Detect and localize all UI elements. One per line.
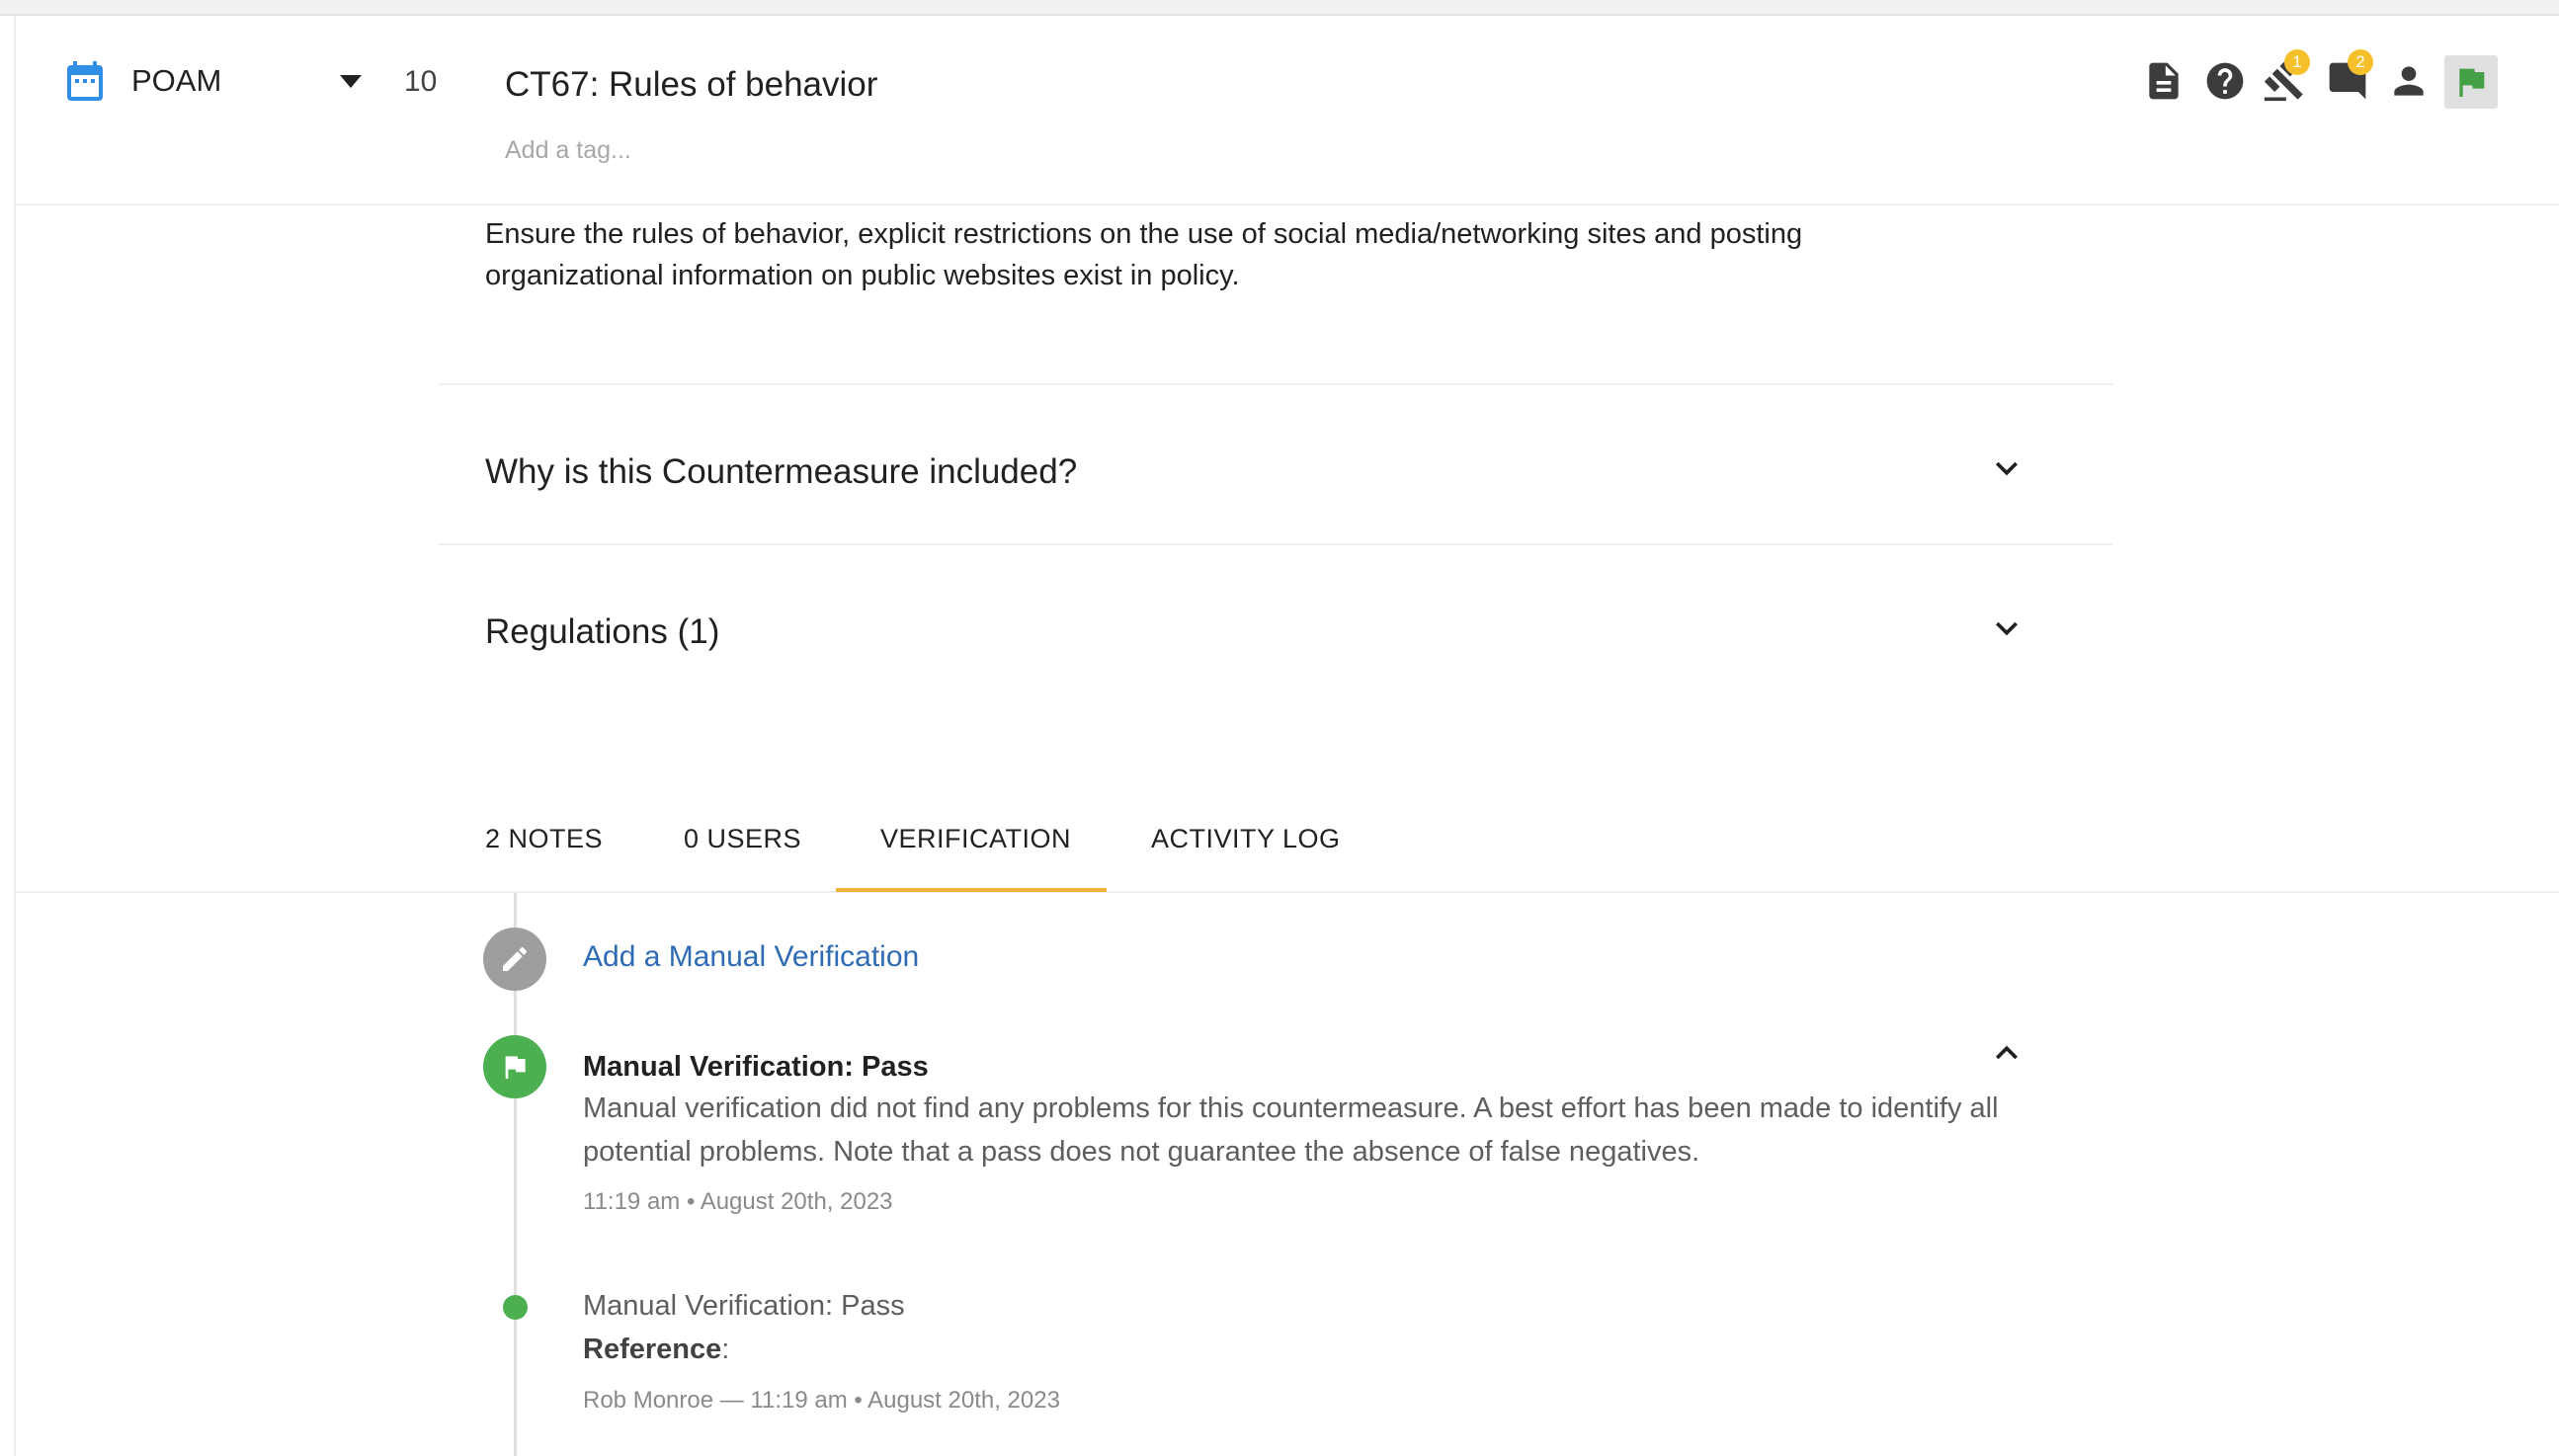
why-section-title: Why is this Countermeasure included? <box>485 452 1078 491</box>
tab-activity-log[interactable]: ACTIVITY LOG <box>1151 824 1341 854</box>
flag-icon <box>505 1056 526 1079</box>
calendar-icon <box>67 61 103 101</box>
timeline-dot <box>503 1295 528 1320</box>
priority-number: 10 <box>404 65 438 98</box>
chevron-up-icon[interactable] <box>1985 1031 2028 1075</box>
tab-verification[interactable]: VERIFICATION <box>880 824 1071 854</box>
chevron-down-icon[interactable] <box>334 69 368 93</box>
add-manual-verification-link[interactable]: Add a Manual Verification <box>583 940 919 974</box>
tab-notes[interactable]: 2 NOTES <box>485 824 603 854</box>
tab-users[interactable]: 0 USERS <box>684 824 801 854</box>
verification-history-meta: Rob Monroe — 11:19 am • August 20th, 202… <box>583 1387 1060 1415</box>
top-border <box>0 0 2559 16</box>
regulations-section-title: Regulations (1) <box>485 612 720 651</box>
document-icon[interactable] <box>2142 59 2186 103</box>
person-icon[interactable] <box>2387 59 2431 103</box>
pencil-icon <box>503 946 528 971</box>
verification-reference: Reference: <box>583 1334 729 1366</box>
chevron-down-icon[interactable] <box>1985 446 2028 490</box>
meta-separator: — <box>713 1387 751 1414</box>
tag-input[interactable]: Add a tag... <box>505 136 631 165</box>
active-tab-indicator <box>836 888 1107 892</box>
comments-button[interactable]: 2 <box>2326 49 2373 105</box>
flag-button[interactable] <box>2444 55 2498 109</box>
chevron-down-icon[interactable] <box>1985 607 2028 650</box>
verification-history-title: Manual Verification: Pass <box>583 1290 905 1322</box>
tabs-divider <box>16 891 2559 893</box>
status-select-value[interactable]: POAM <box>131 63 221 99</box>
countermeasure-header <box>16 16 2559 205</box>
comments-badge: 2 <box>2348 49 2373 75</box>
legal-button[interactable]: 1 <box>2263 49 2310 105</box>
history-timestamp: 11:19 am • August 20th, 2023 <box>750 1387 1060 1414</box>
verification-entry-title: Manual Verification: Pass <box>583 1051 929 1083</box>
legal-badge: 1 <box>2284 49 2310 75</box>
page-title: CT67: Rules of behavior <box>505 65 878 104</box>
countermeasure-description: Ensure the rules of behavior, explicit r… <box>485 218 1803 291</box>
author-name: Rob Monroe <box>583 1387 714 1414</box>
reference-colon: : <box>721 1334 730 1365</box>
reference-label: Reference <box>583 1334 722 1365</box>
verification-entry-timestamp: 11:19 am • August 20th, 2023 <box>583 1188 893 1215</box>
verification-entry-body: Manual verification did not find any pro… <box>583 1092 1999 1168</box>
flag-icon <box>2459 68 2485 97</box>
help-icon[interactable] <box>2203 59 2247 103</box>
add-verification-button[interactable] <box>483 928 546 991</box>
pass-status-marker <box>483 1035 546 1098</box>
left-border <box>14 16 16 1456</box>
